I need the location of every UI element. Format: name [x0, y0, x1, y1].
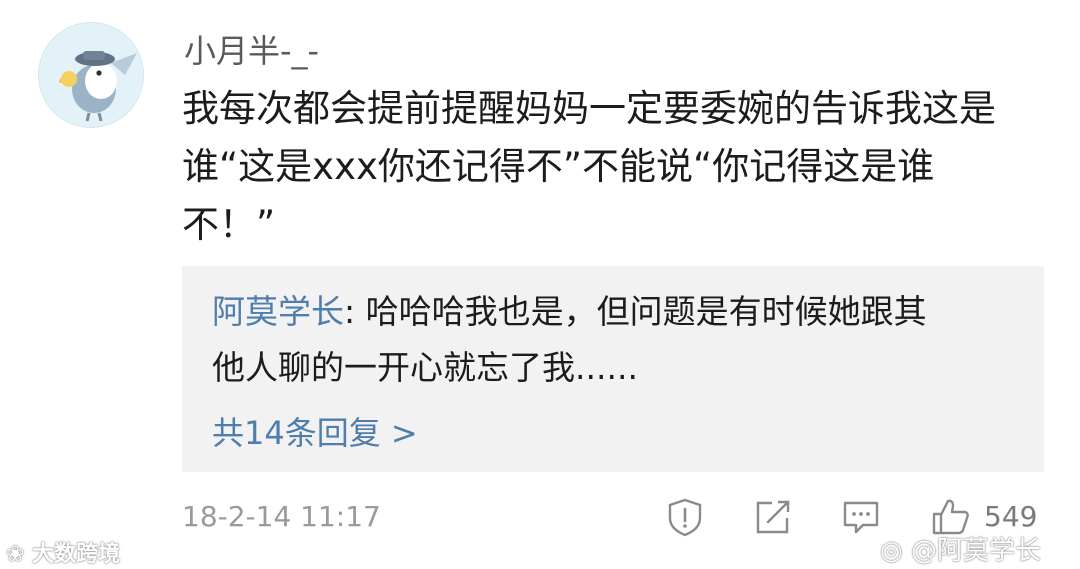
watermark-right: ◎ @阿莫学长 — [880, 530, 1041, 567]
bird-avatar-icon — [59, 51, 137, 122]
comment-username[interactable]: 小月半-_- — [184, 26, 319, 72]
watermark-left: ❀ 大数跨境 — [6, 536, 120, 568]
reply-username[interactable]: 阿莫学长 — [212, 292, 344, 331]
like-count: 549 — [984, 500, 1038, 533]
watermark-right-text: @阿莫学长 — [910, 536, 1041, 566]
report-icon[interactable] — [664, 496, 706, 538]
watermark-left-text: 大数跨境 — [32, 542, 121, 567]
comment-body: 我每次都会提前提醒妈妈一定要委婉的告诉我这是 谁“这是xxx你还记得不”不能说“… — [182, 80, 1062, 254]
comment-icon[interactable] — [840, 496, 882, 538]
view-replies-link[interactable]: 共14条回复 > — [212, 408, 418, 454]
reply-line-1: 哈哈哈我也是，但问题是有时候她跟其 — [365, 292, 927, 331]
reply-text: 阿莫学长: 哈哈哈我也是，但问题是有时候她跟其 他人聊的一开心就忘了我.....… — [212, 284, 1032, 396]
comment-line: 我每次都会提前提醒妈妈一定要委婉的告诉我这是 — [182, 87, 996, 130]
reply-line-2: 他人聊的一开心就忘了我...... — [212, 348, 638, 387]
share-icon[interactable] — [752, 496, 794, 538]
reply-separator: : — [344, 292, 366, 331]
comment-line: 不！” — [182, 203, 276, 246]
comment-card: 小月半-_- 我每次都会提前提醒妈妈一定要委婉的告诉我这是 谁“这是xxx你还记… — [0, 0, 1080, 569]
weibo-logo-icon: ◎ — [880, 536, 911, 566]
comment-line: 谁“这是xxx你还记得不”不能说“你记得这是谁 — [182, 145, 935, 188]
avatar[interactable] — [38, 22, 144, 128]
timestamp: 18-2-14 11:17 — [182, 500, 381, 533]
reply-line: 阿莫学长: 哈哈哈我也是，但问题是有时候她跟其 — [212, 284, 1032, 340]
watermark-logo-icon: ❀ — [6, 542, 33, 567]
reply-preview[interactable]: 阿莫学长: 哈哈哈我也是，但问题是有时候她跟其 他人聊的一开心就忘了我.....… — [182, 266, 1044, 472]
